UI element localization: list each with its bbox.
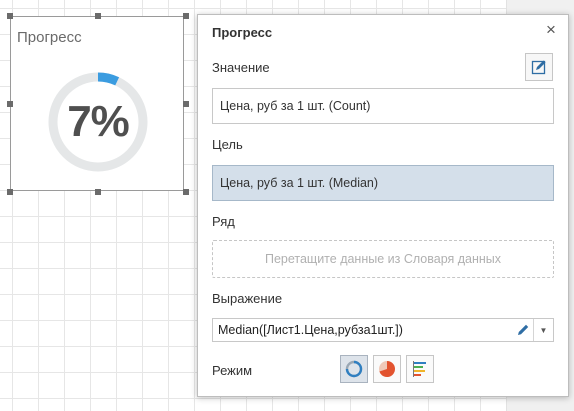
pencil-icon[interactable] xyxy=(513,319,533,341)
resize-handle-w[interactable] xyxy=(7,101,13,107)
resize-handle-se[interactable] xyxy=(183,189,189,195)
target-label: Цель xyxy=(212,137,243,152)
resize-handle-nw[interactable] xyxy=(7,13,13,19)
mode-label: Режим xyxy=(212,363,253,378)
target-field[interactable]: Цена, руб за 1 шт. (Median) xyxy=(212,165,554,201)
chevron-down-icon[interactable]: ▼ xyxy=(533,319,553,341)
series-label: Ряд xyxy=(212,214,235,229)
expression-value: Median([Лист1.Цена,рубза1шт.]) xyxy=(218,323,403,337)
mode-pie-button[interactable] xyxy=(373,355,401,383)
widget-title: Прогресс xyxy=(17,29,82,46)
bar-progress-icon xyxy=(413,361,426,377)
progress-settings-panel: Прогресс × Значение Цена, руб за 1 шт. (… xyxy=(197,14,569,397)
close-icon[interactable]: × xyxy=(542,21,560,39)
resize-handle-s[interactable] xyxy=(95,189,101,195)
value-label: Значение xyxy=(212,60,270,75)
circle-progress-icon xyxy=(345,360,363,378)
pie-progress-icon xyxy=(379,361,395,377)
edit-icon xyxy=(531,60,546,75)
progress-value: 7% xyxy=(67,97,130,146)
edit-value-button[interactable] xyxy=(525,53,553,81)
value-field[interactable]: Цена, руб за 1 шт. (Count) xyxy=(212,88,554,124)
resize-handle-sw[interactable] xyxy=(7,189,13,195)
resize-handle-n[interactable] xyxy=(95,13,101,19)
resize-handle-e[interactable] xyxy=(183,101,189,107)
expression-label: Выражение xyxy=(212,291,283,306)
mode-circle-button[interactable] xyxy=(340,355,368,383)
panel-title: Прогресс xyxy=(212,25,273,40)
mode-bar-button[interactable] xyxy=(406,355,434,383)
progress-widget[interactable]: Прогресс 7% xyxy=(10,16,184,191)
resize-handle-ne[interactable] xyxy=(183,13,189,19)
expression-input[interactable]: Median([Лист1.Цена,рубза1шт.]) ▼ xyxy=(212,318,554,342)
series-dropzone[interactable]: Перетащите данные из Словаря данных xyxy=(212,240,554,278)
